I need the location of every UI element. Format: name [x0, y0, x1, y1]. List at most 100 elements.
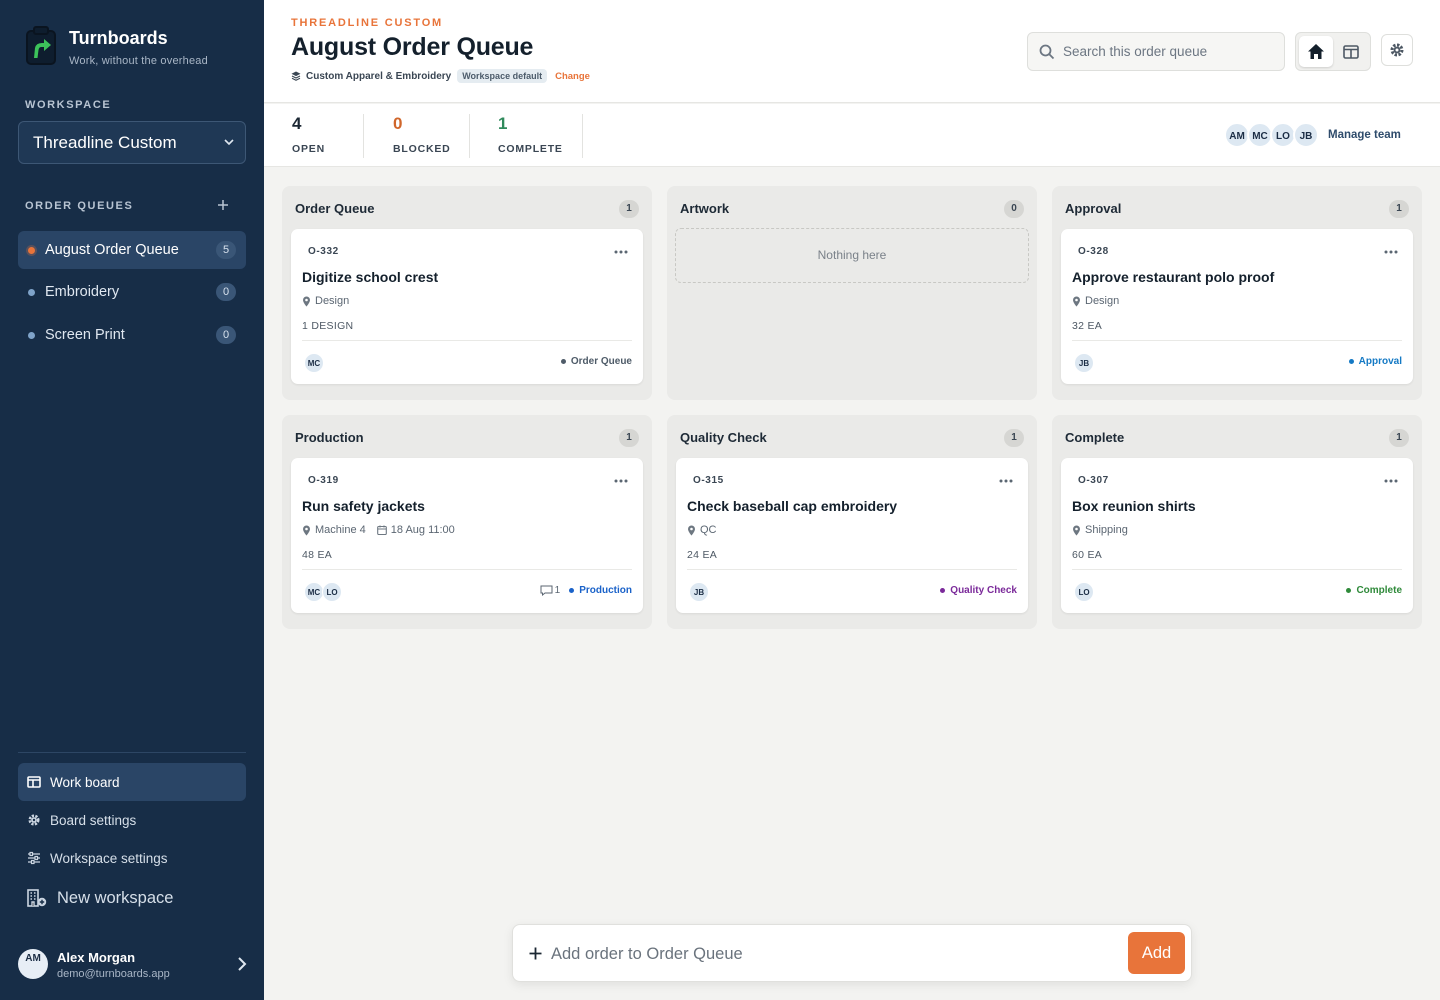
- order-card[interactable]: O-319 Run safety jackets Machine 4 18 Au…: [291, 458, 643, 613]
- order-id: O-328: [1078, 246, 1109, 257]
- avatar[interactable]: LO: [322, 582, 342, 602]
- queue-count-badge: 0: [216, 326, 236, 344]
- board-icon: [27, 776, 41, 788]
- status-dot: [560, 359, 566, 364]
- add-order-button[interactable]: Add: [1128, 932, 1185, 974]
- more-options-icon[interactable]: [614, 479, 628, 483]
- user-profile[interactable]: AM Alex Morgan demo@turnboards.app: [18, 948, 250, 984]
- column-title: Order Queue: [295, 201, 375, 216]
- template-name: Custom Apparel & Embroidery: [306, 70, 452, 82]
- card-divider: [1072, 569, 1402, 570]
- card-assignees: MC: [304, 353, 324, 373]
- card-assignees: MC LO: [304, 582, 342, 602]
- order-quantity: 1 DESIGN: [302, 320, 354, 332]
- column-production: Production 1 O-319 Run safety jackets Ma…: [282, 415, 652, 629]
- card-assignees: LO: [1074, 582, 1094, 602]
- app-tagline: Work, without the overhead: [69, 55, 208, 67]
- stat-label: OPEN: [292, 143, 325, 155]
- workspace-select[interactable]: Threadline Custom: [18, 121, 246, 164]
- nav-label: Board settings: [50, 812, 137, 828]
- sidebar-divider: [18, 752, 246, 753]
- order-card[interactable]: O-328 Approve restaurant polo proof Desi…: [1061, 229, 1413, 384]
- column-count-badge: 0: [1004, 200, 1024, 218]
- search-input[interactable]: Search this order queue: [1027, 32, 1285, 71]
- more-options-icon[interactable]: [999, 479, 1013, 483]
- more-options-icon[interactable]: [614, 250, 628, 254]
- clipboard-logo-icon: [26, 26, 56, 65]
- status-badge: Quality Check: [940, 585, 1017, 596]
- order-card[interactable]: O-307 Box reunion shirts Shipping 60 EA …: [1061, 458, 1413, 613]
- comment-count[interactable]: 1: [540, 585, 560, 596]
- nav-workspace-settings[interactable]: Workspace settings: [18, 839, 246, 877]
- order-location: Machine 4 18 Aug 11:00: [302, 524, 455, 536]
- home-view-button[interactable]: [1299, 36, 1333, 67]
- queue-item-embroidery[interactable]: Embroidery 0: [18, 273, 246, 311]
- nav-label: Workspace settings: [50, 850, 168, 866]
- stat-label: COMPLETE: [498, 143, 563, 155]
- order-quantity: 48 EA: [302, 549, 333, 561]
- avatar[interactable]: LO: [1074, 582, 1094, 602]
- chevron-right-icon: [238, 957, 247, 971]
- column-count-badge: 1: [1389, 200, 1409, 218]
- change-template-link[interactable]: Change: [555, 71, 590, 82]
- search-placeholder: Search this order queue: [1063, 44, 1208, 59]
- column-title: Production: [295, 430, 364, 445]
- layers-icon: [291, 71, 301, 81]
- order-location: Shipping: [1072, 524, 1128, 536]
- stat-divider: [469, 114, 470, 158]
- plus-icon: [529, 947, 542, 960]
- board-view-button[interactable]: [1334, 36, 1368, 67]
- queue-dot: [28, 247, 35, 254]
- manage-team-link[interactable]: Manage team: [1328, 129, 1401, 141]
- stat-blocked: 0 BLOCKED: [393, 114, 451, 157]
- card-assignees: JB: [1074, 353, 1094, 373]
- status-badge: Approval: [1348, 356, 1402, 367]
- order-card[interactable]: O-315 Check baseball cap embroidery QC 2…: [676, 458, 1028, 613]
- column-title: Complete: [1065, 430, 1125, 445]
- status-label: Order Queue: [570, 356, 632, 367]
- more-options-icon[interactable]: [1384, 250, 1398, 254]
- order-title: Check baseball cap embroidery: [687, 498, 898, 514]
- stat-value: 1: [498, 114, 508, 133]
- settings-button[interactable]: [1381, 34, 1413, 66]
- status-badge: Order Queue: [560, 356, 632, 367]
- column-complete: Complete 1 O-307 Box reunion shirts Ship…: [1052, 415, 1422, 629]
- avatar[interactable]: MC: [304, 582, 324, 602]
- add-order-input[interactable]: [551, 935, 1121, 973]
- add-queue-plus-icon[interactable]: [216, 198, 230, 212]
- queue-item-august-order-queue[interactable]: August Order Queue 5: [18, 231, 246, 269]
- status-label: Complete: [1356, 585, 1402, 596]
- search-icon: [1039, 44, 1055, 60]
- stat-divider: [582, 114, 583, 158]
- queue-item-label: August Order Queue: [45, 242, 179, 258]
- nav-label: Work board: [50, 774, 120, 790]
- order-id: O-315: [693, 475, 724, 486]
- order-card[interactable]: O-332 Digitize school crest Design 1 DES…: [291, 229, 643, 384]
- avatar[interactable]: JB: [689, 582, 709, 602]
- brand[interactable]: Turnboards Work, without the overhead: [25, 26, 208, 67]
- nav-new-workspace[interactable]: New workspace: [18, 879, 246, 917]
- more-options-icon[interactable]: [1384, 479, 1398, 483]
- avatar[interactable]: MC: [304, 353, 324, 373]
- column-title: Artwork: [680, 201, 730, 216]
- column-count-badge: 1: [619, 429, 639, 447]
- view-toggle: [1295, 32, 1371, 71]
- template-meta: Custom Apparel & Embroidery Workspace de…: [291, 69, 590, 83]
- avatar[interactable]: JB: [1074, 353, 1094, 373]
- page-header: THREADLINE CUSTOM August Order Queue Cus…: [264, 0, 1440, 103]
- column-count-badge: 1: [619, 200, 639, 218]
- column-count-badge: 1: [1004, 429, 1024, 447]
- card-divider: [1072, 340, 1402, 341]
- user-email: demo@turnboards.app: [57, 968, 170, 980]
- order-location: Design: [1072, 295, 1119, 307]
- avatar[interactable]: JB: [1293, 122, 1319, 148]
- nav-board-settings[interactable]: Board settings: [18, 801, 246, 839]
- nav-work-board[interactable]: Work board: [18, 763, 246, 801]
- stat-divider: [363, 114, 364, 158]
- order-quantity: 60 EA: [1072, 549, 1103, 561]
- status-badge: 1 Production: [540, 585, 632, 596]
- column-count-badge: 1: [1389, 429, 1409, 447]
- home-icon: [1308, 44, 1324, 59]
- column-order-queue: Order Queue 1 O-332 Digitize school cres…: [282, 186, 652, 400]
- queue-item-screen-print[interactable]: Screen Print 0: [18, 316, 246, 354]
